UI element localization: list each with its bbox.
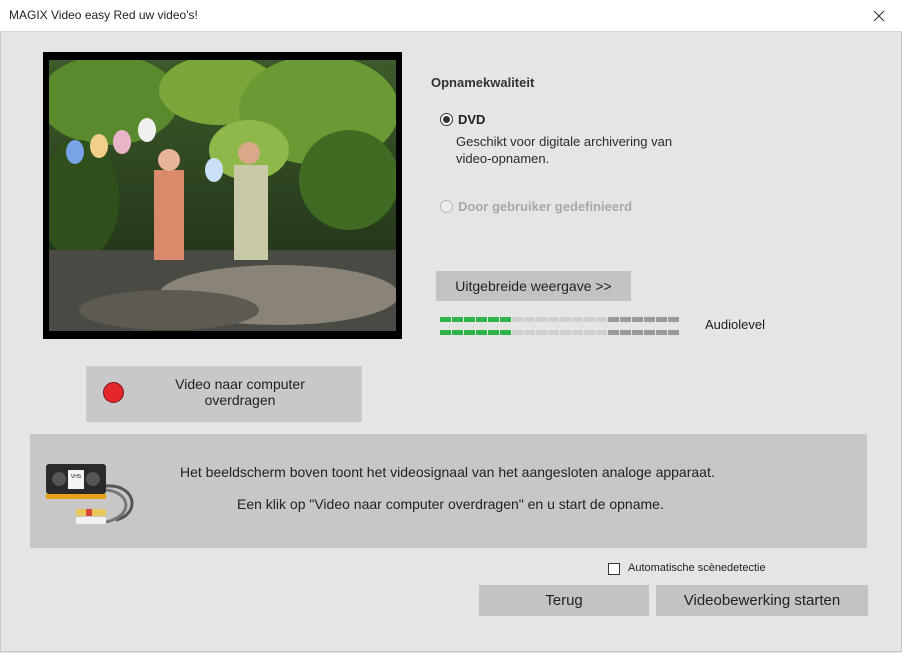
window-title: MAGIX Video easy Red uw video's! <box>9 8 198 22</box>
vhs-cassette-icon: VHS <box>46 464 134 524</box>
audio-level-segment <box>560 330 571 335</box>
dvd-label[interactable]: DVD <box>458 112 485 127</box>
audio-level-segment <box>548 330 559 335</box>
audio-level-segment <box>596 330 607 335</box>
start-editing-button[interactable]: Videobewerking starten <box>656 585 868 616</box>
audio-level-segment <box>548 317 559 322</box>
record-button-label[interactable]: Video naar computer overdragen <box>140 376 340 408</box>
dvd-description: Geschikt voor digitale archivering van v… <box>456 133 736 167</box>
video-frame-image <box>49 60 396 331</box>
auto-scene-checkbox[interactable] <box>608 563 620 575</box>
audio-level-segment <box>500 330 511 335</box>
audio-level-segment <box>476 317 487 322</box>
audio-level-segment <box>488 330 499 335</box>
audio-level-segment <box>644 317 655 322</box>
audio-level-segment <box>524 317 535 322</box>
title-bar: MAGIX Video easy Red uw video's! <box>0 0 902 32</box>
audio-level-segment <box>524 330 535 335</box>
audio-level-segment <box>464 317 475 322</box>
audio-level-segment <box>620 330 631 335</box>
audio-level-segment <box>452 317 463 322</box>
audio-level-segment <box>632 317 643 322</box>
audio-level-segment <box>656 330 667 335</box>
audio-level-meter-right <box>440 330 679 335</box>
video-preview <box>43 52 402 339</box>
audio-level-segment <box>584 317 595 322</box>
audio-level-segment <box>464 330 475 335</box>
audio-level-segment <box>608 330 619 335</box>
audio-level-segment <box>620 317 631 322</box>
audio-level-segment <box>596 317 607 322</box>
audio-level-segment <box>560 317 571 322</box>
quality-heading: Opnamekwaliteit <box>431 75 535 90</box>
audio-level-segment <box>572 330 583 335</box>
audio-level-segment <box>440 317 451 322</box>
audio-level-segment <box>440 330 451 335</box>
info-line-1: Het beeldscherm boven toont het videosig… <box>180 464 715 480</box>
audio-level-segment <box>584 330 595 335</box>
audio-level-label: Audiolevel <box>705 317 765 332</box>
audio-level-segment <box>644 330 655 335</box>
audio-level-segment <box>608 317 619 322</box>
audio-level-segment <box>536 317 547 322</box>
audio-level-segment <box>632 330 643 335</box>
audio-level-segment <box>668 317 679 322</box>
auto-scene-label[interactable]: Automatische scènedetectie <box>628 562 766 574</box>
info-line-2: Een klik op "Video naar computer overdra… <box>237 496 664 512</box>
dvd-description-line1: Geschikt voor digitale archivering van <box>456 134 673 149</box>
close-button[interactable] <box>856 0 902 31</box>
audio-level-segment <box>512 330 523 335</box>
audio-level-segment <box>572 317 583 322</box>
audio-level-segment <box>488 317 499 322</box>
audio-level-segment <box>668 330 679 335</box>
vhs-label: VHS <box>71 474 82 480</box>
audio-level-meter-left <box>440 317 679 322</box>
audio-level-segment <box>536 330 547 335</box>
radio-dvd[interactable] <box>440 113 453 126</box>
record-label-line2: overdragen <box>204 392 276 408</box>
audio-level-segment <box>512 317 523 322</box>
radio-user-defined[interactable] <box>440 200 453 213</box>
audio-level-segment <box>452 330 463 335</box>
info-panel: VHS Het beeldscherm boven toont het vide… <box>30 434 867 548</box>
back-button[interactable]: Terug <box>479 585 649 616</box>
record-label-line1: Video naar computer <box>175 376 305 392</box>
close-icon <box>873 10 885 21</box>
extended-view-button[interactable]: Uitgebreide weergave >> <box>436 271 631 301</box>
dvd-description-line2: video-opnamen. <box>456 151 550 166</box>
audio-level-segment <box>500 317 511 322</box>
audio-level-segment <box>656 317 667 322</box>
record-icon <box>103 382 124 403</box>
audio-level-segment <box>476 330 487 335</box>
user-defined-label[interactable]: Door gebruiker gedefinieerd <box>458 199 632 214</box>
